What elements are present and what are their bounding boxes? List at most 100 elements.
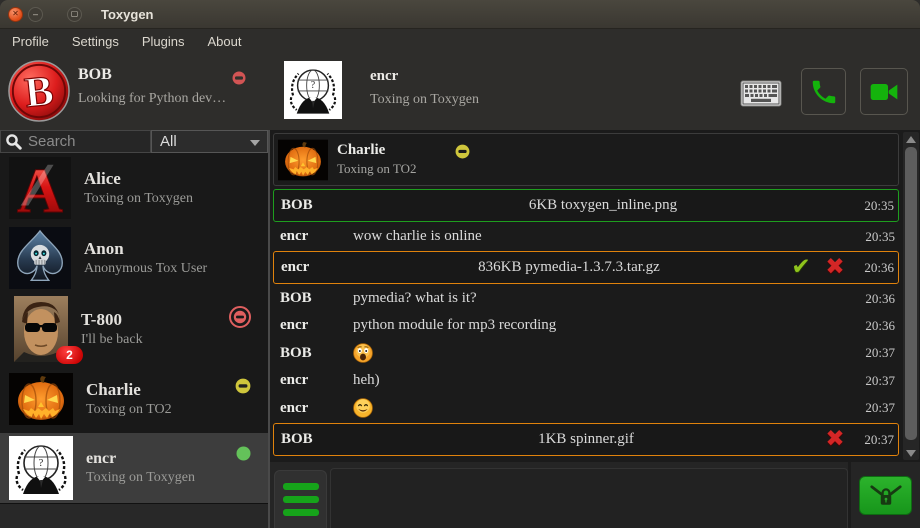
chat-contact-header[interactable]: Charlie Toxing on TO2 [273,133,899,186]
message-row: BOB 20:37 [273,340,899,366]
encrypted-send-icon [866,480,906,510]
contact-status: Toxing on Toxygen [84,191,193,207]
svg-text:B: B [23,67,56,117]
filter-value: All [160,133,177,150]
screen-keyboard-button[interactable] [740,80,782,107]
menu-about[interactable]: About [207,34,241,49]
avatar: ? [9,436,73,500]
contact-name: Anon [84,239,207,259]
scared-smiley-icon [353,343,853,363]
menubar: Profile Settings Plugins About [0,29,920,53]
message-input[interactable] [330,468,848,528]
menu-settings[interactable]: Settings [72,34,119,49]
message-time: 20:37 [853,345,899,361]
message-time: 20:37 [853,373,899,389]
message-row: encr heh) 20:37 [273,368,899,393]
self-avatar[interactable]: B [8,60,70,122]
minimize-button[interactable]: – [28,7,43,22]
contact-row-t800[interactable]: T-800 I'll be back 2 [0,293,268,365]
scroll-down-arrow[interactable] [903,446,919,460]
contact-row-anon[interactable]: Anon Anonymous Tox User [0,223,268,293]
message-time: 20:37 [853,400,899,416]
file-transfer-label: 836KB pymedia-1.3.7.3.tar.gz [354,259,784,276]
pumpkin-avatar-icon [9,373,73,425]
contact-status: Anonymous Tox User [84,261,207,277]
contact-row-alice[interactable]: A Alice Toxing on Toxygen [0,153,268,223]
avatar [9,227,71,289]
video-call-button[interactable] [860,68,908,115]
message-row: encr wow charlie is online 20:35 [273,224,899,249]
message-file-transfer: BOB 6KB toxygen_inline.png 20:35 [273,189,899,222]
app-window: ✕ – ▢ Toxygen Profile Settings Plugins A… [0,0,920,528]
message-time: 20:36 [852,260,898,276]
skull-spade-avatar-icon [9,227,71,289]
contact-row-encr[interactable]: ? encr Toxing on Toxygen [0,433,268,503]
contact-row-charlie[interactable]: Charlie Toxing on TO2 [0,365,268,433]
search-input[interactable] [0,130,151,153]
contact-name: Charlie [86,380,172,400]
avatar [9,373,73,425]
search-box [0,130,151,153]
cancel-file-button[interactable]: ✖ [818,256,852,279]
anonymous-avatar-icon: ? [9,436,73,500]
self-status-message[interactable]: Looking for Python dev… [78,91,226,107]
file-transfer-label: 1KB spinner.gif [354,431,818,448]
message-row: encr python module for mp3 recording 20:… [273,313,899,338]
svg-text:?: ? [311,80,316,91]
send-message-button[interactable] [859,476,912,515]
message-text: heh) [353,372,853,389]
smile-smiley-icon [353,398,853,418]
sidebar-filler [0,503,268,528]
audio-call-button[interactable] [801,68,846,115]
self-status-busy-icon [232,71,246,85]
message-time: 20:37 [852,432,898,448]
header-contact-status: Toxing on TO2 [337,161,455,177]
message-sender: encr [273,317,353,334]
message-file-transfer: encr 836KB pymedia-1.3.7.3.tar.gz ✔ ✖ 20… [273,251,899,284]
svg-text:A: A [17,157,63,219]
self-name[interactable]: BOB [78,66,112,84]
contact-name: Alice [84,169,193,189]
contact-filter-dropdown[interactable]: All [151,130,268,153]
message-sender: encr [273,228,353,245]
message-sender: BOB [274,431,354,448]
titlebar[interactable]: ✕ – ▢ Toxygen [0,0,920,29]
accept-file-button[interactable]: ✔ [784,256,818,279]
message-file-transfer: BOB 1KB spinner.gif ✖ 20:37 [273,423,899,456]
message-sender: BOB [274,197,354,214]
svg-text:?: ? [39,457,44,469]
contact-name: encr [86,450,195,468]
search-row: All [0,130,268,153]
unread-count-badge: 2 [56,346,83,364]
scrollbar-thumb[interactable] [905,147,917,440]
menu-plugins[interactable]: Plugins [142,34,185,49]
message-text: wow charlie is online [353,228,853,245]
message-text: pymedia? what is it? [353,290,853,307]
message-row: BOB pymedia? what is it? 20:36 [273,286,899,311]
cancel-file-button[interactable]: ✖ [818,428,852,451]
window-title: Toxygen [101,7,154,22]
file-transfer-label: 6KB toxygen_inline.png [354,197,852,214]
message-time: 20:35 [852,198,898,214]
message-time: 20:36 [853,291,899,307]
message-sender: BOB [273,290,353,307]
maximize-button[interactable]: ▢ [67,7,82,22]
message-row: encr 20:37 [273,395,899,421]
contact-status: I'll be back [81,332,143,348]
scroll-up-arrow[interactable] [903,132,919,146]
message-list: Charlie Toxing on TO2 BOB 6KB toxygen_in… [270,130,920,462]
message-sender: encr [273,372,353,389]
close-icon: ✕ [12,10,19,18]
menu-profile[interactable]: Profile [12,34,49,49]
top-panel: B BOB Looking for Python dev… ? [0,53,920,130]
busy-status-icon [229,306,251,328]
close-button[interactable]: ✕ [8,7,23,22]
away-status-icon [455,144,470,159]
contact-status: Toxing on Toxygen [86,470,195,486]
scrollbar[interactable] [903,132,919,460]
search-icon [5,133,22,150]
attachments-menu-button[interactable] [274,470,327,528]
active-contact-avatar: ? [284,61,342,119]
message-text: python module for mp3 recording [353,317,853,334]
minimize-icon: – [33,10,38,19]
